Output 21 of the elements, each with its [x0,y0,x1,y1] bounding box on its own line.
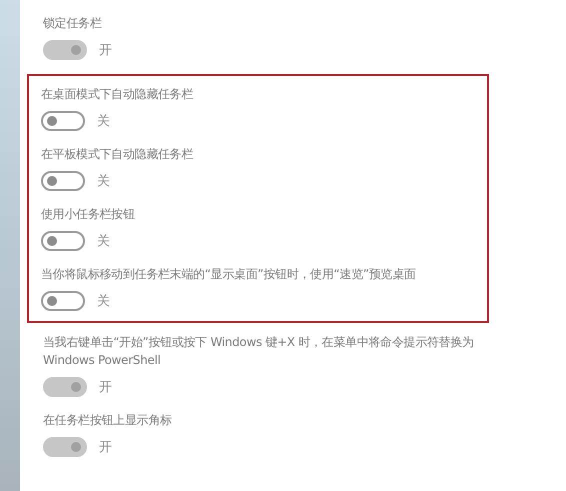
setting-label: 使用小任务栏按钮 [41,206,136,223]
setting-label: 当我右键单击“开始”按钮或按下 Windows 键+X 时，在菜单中将命令提示符替换为 Windows PowerShell [43,334,475,369]
setting-label: 在平板模式下自动隐藏任务栏 [41,146,194,163]
toggle-switch[interactable] [41,171,85,191]
toggle-switch[interactable] [43,437,87,457]
setting-label: 当你将鼠标移动到任务栏末端的“显示桌面”按钮时，使用“速览”预览桌面 [41,266,417,283]
toggle-state: 关 [97,233,110,250]
toggle-state: 开 [99,379,112,396]
setting-label: 锁定任务栏 [43,15,103,32]
toggle-state: 开 [99,42,112,59]
toggle-state: 关 [97,293,110,310]
setting-label: 在桌面模式下自动隐藏任务栏 [41,86,194,103]
setting-label: 在任务栏按钮上显示角标 [43,412,173,429]
toggle-switch[interactable] [43,40,87,60]
toggle-state: 开 [99,439,112,456]
toggle-switch[interactable] [41,291,85,311]
toggle-switch[interactable] [41,231,85,251]
toggle-switch[interactable] [41,111,85,131]
toggle-state: 关 [97,173,110,190]
toggle-state: 关 [97,113,110,130]
toggle-switch[interactable] [43,377,87,397]
